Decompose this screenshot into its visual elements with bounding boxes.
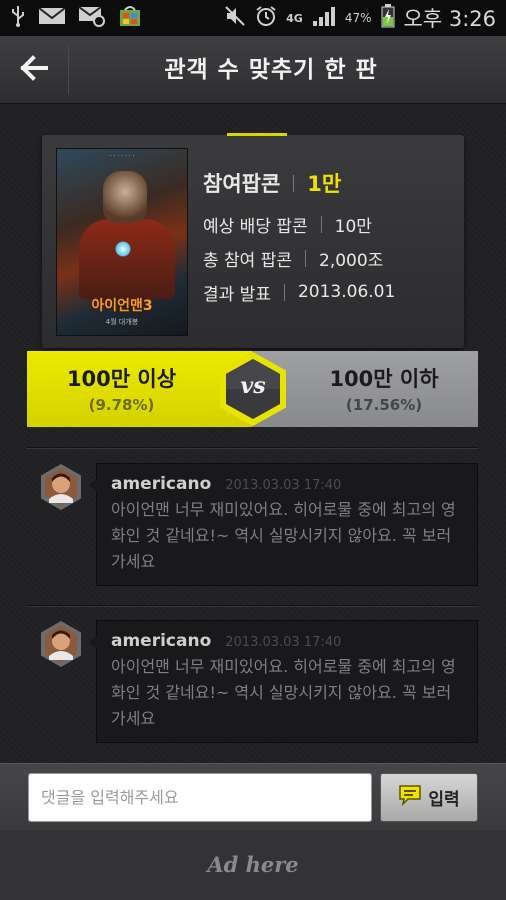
signal-icon: [312, 5, 336, 31]
option-over-percent: (9.78%): [88, 396, 155, 414]
comment-bubble: americano 2013.03.03 17:40 아이언맨 너무 재미있어요…: [89, 620, 478, 743]
title-divider: [68, 46, 69, 94]
poster-figure-head: [103, 171, 147, 223]
info-row: 예상 배당 팝콘 10만: [203, 207, 395, 241]
status-bar: 4G 47% 오후 3:26: [0, 0, 506, 36]
poster-date: 4월 대개봉: [105, 318, 139, 326]
separator: [320, 215, 322, 233]
option-over-label: 100만 이상: [66, 367, 177, 391]
speech-bubble-icon: [398, 784, 422, 811]
info-label: 총 참여 팝콘: [203, 250, 293, 271]
comment-username[interactable]: americano: [111, 474, 211, 494]
comment-text: 아이언맨 너무 재미있어요. 히어로물 중에 최고의 영화인 것 같네요!~ 역…: [111, 657, 456, 728]
battery-icon: [381, 4, 395, 32]
comment-text: 아이언맨 너무 재미있어요. 히어로물 중에 최고의 영화인 것 같네요!~ 역…: [111, 500, 456, 571]
mail-icon: [38, 6, 66, 30]
poster-arc-reactor: [115, 241, 131, 257]
option-under-label: 100만 이하: [329, 367, 439, 391]
divider: [27, 605, 478, 607]
clock: 오후 3:26: [403, 7, 496, 31]
title-bar: 관객 수 맞추기 한 판: [0, 36, 506, 104]
movie-card: · · · · · · · 아이언맨3 4월 대개봉 참여팝콘 1만 예상 배당…: [42, 133, 464, 348]
separator: [283, 283, 285, 301]
divider: [27, 447, 478, 449]
content-area: · · · · · · · 아이언맨3 4월 대개봉 참여팝콘 1만 예상 배당…: [0, 105, 506, 763]
comment-username[interactable]: americano: [111, 631, 211, 651]
info-value: 2,000조: [319, 250, 384, 271]
movie-poster[interactable]: · · · · · · · 아이언맨3 4월 대개봉: [56, 148, 188, 336]
usb-icon: [10, 4, 26, 32]
info-label: 예상 배당 팝콘: [203, 216, 308, 237]
info-value: 10만: [334, 216, 372, 237]
info-label: 결과 발표: [203, 284, 271, 305]
avatar[interactable]: [40, 463, 82, 511]
comment-input-bar: 입력: [0, 763, 506, 830]
vs-bar: 100만 이상 (9.78%) 100만 이하 (17.56%) vs: [27, 351, 478, 427]
back-button[interactable]: [0, 36, 68, 104]
comment-bubble: americano 2013.03.03 17:40 아이언맨 너무 재미있어요…: [89, 463, 478, 586]
category-value: 1만: [307, 172, 342, 196]
separator: [305, 249, 307, 267]
email-icon: [78, 5, 106, 31]
alarm-icon: [255, 5, 277, 31]
store-icon: [118, 4, 142, 32]
avatar[interactable]: [40, 620, 82, 668]
submit-comment-button[interactable]: 입력: [380, 773, 478, 822]
comment-input[interactable]: [28, 773, 372, 822]
poster-credits: · · · · · · ·: [109, 153, 135, 160]
battery-percent: 47%: [344, 11, 372, 25]
ad-banner[interactable]: Ad here: [0, 830, 506, 900]
poster-figure-body: [79, 219, 175, 299]
option-under-percent: (17.56%): [345, 396, 423, 414]
info-category: 참여팝콘 1만: [203, 163, 395, 203]
page-title: 관객 수 맞추기 한 판: [164, 57, 378, 83]
info-row: 총 참여 팝콘 2,000조: [203, 241, 395, 275]
submit-label: 입력: [428, 790, 460, 810]
card-accent: [227, 133, 287, 136]
network-type: 4G: [286, 11, 303, 25]
mute-icon: [224, 5, 246, 31]
comment-date: 2013.03.03 17:40: [225, 478, 342, 493]
back-arrow-icon: [20, 55, 48, 85]
info-row: 결과 발표 2013.06.01: [203, 275, 395, 309]
vs-text: vs: [240, 373, 266, 399]
poster-title: 아이언맨3: [91, 298, 153, 314]
separator: [293, 174, 295, 192]
comment-date: 2013.03.03 17:40: [225, 635, 342, 650]
info-value: 2013.06.01: [297, 282, 396, 302]
category-label: 참여팝콘: [203, 172, 281, 196]
movie-info: 참여팝콘 1만 예상 배당 팝콘 10만 총 참여 팝콘 2,000조 결과 발…: [203, 163, 395, 309]
